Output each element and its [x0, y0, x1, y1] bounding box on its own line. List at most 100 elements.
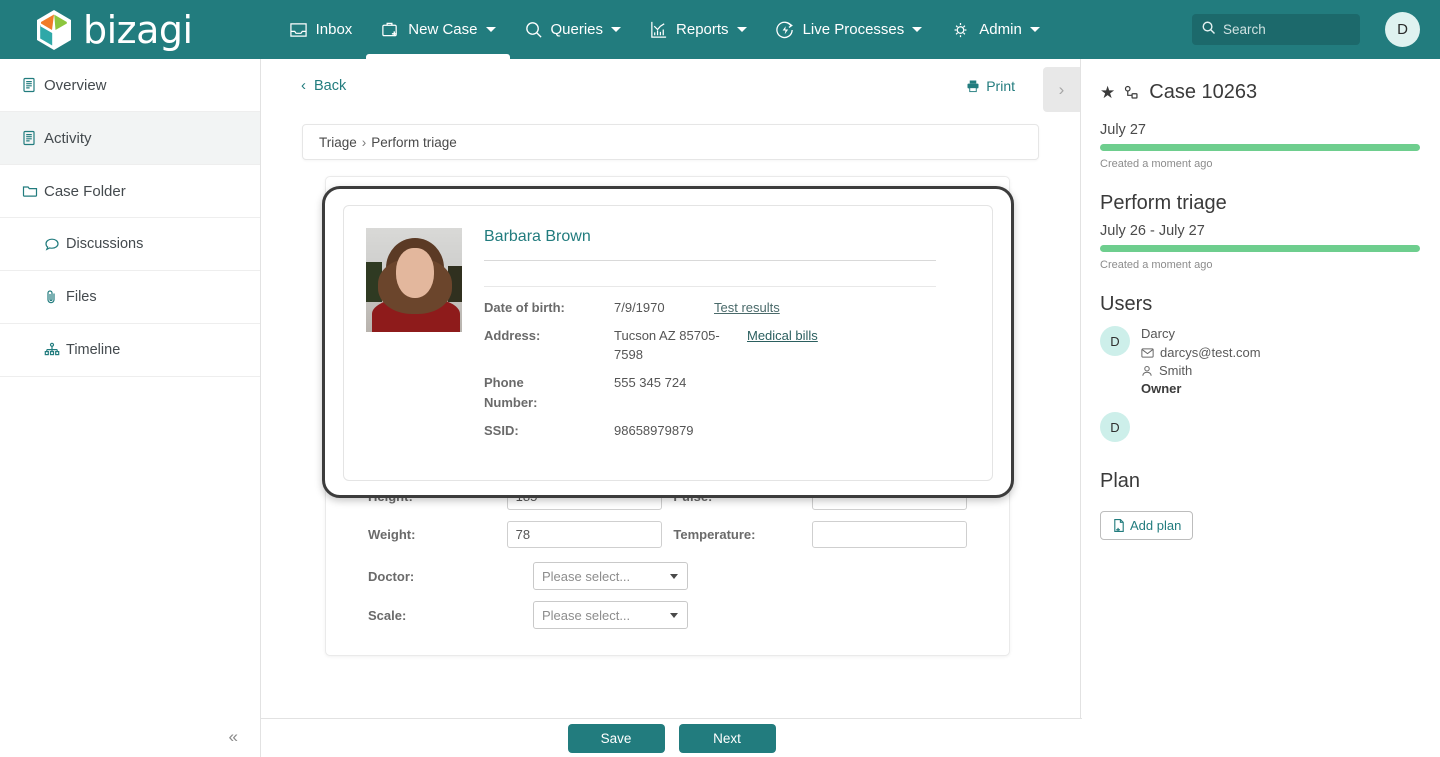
user-email-row: darcys@test.com	[1141, 345, 1261, 360]
chevron-down-icon	[485, 27, 496, 32]
form-row-weight-temperature: Weight: Temperature:	[368, 521, 967, 548]
form-row-height-pulse: Height: Pulse:	[368, 483, 967, 510]
back-button[interactable]: ‹ Back	[301, 77, 346, 94]
stage-created-text: Created a moment ago	[1100, 158, 1213, 170]
nav-label: Reports	[676, 21, 729, 38]
doctor-select[interactable]: Please select...	[533, 562, 688, 590]
double-chevron-left-icon: «	[228, 727, 238, 746]
pulse-label: Pulse:	[673, 489, 713, 504]
add-plan-button[interactable]: Add plan	[1100, 511, 1194, 540]
user-surname: Smith	[1159, 363, 1193, 378]
briefcase-plus-icon	[380, 20, 400, 39]
sidebar-item-files[interactable]: Files	[0, 271, 260, 324]
inbox-icon	[289, 21, 308, 39]
stage-block: July 27 Created a moment ago	[1100, 122, 1420, 170]
stage-created-text: Created a moment ago	[1100, 259, 1213, 271]
sidebar-item-label: Activity	[44, 129, 92, 147]
comment-icon	[44, 237, 66, 252]
sitemap-icon	[44, 342, 66, 358]
print-button[interactable]: Print	[966, 78, 1015, 94]
main-content: ‹ Back Print › Triage › Perform triage H…	[261, 59, 1081, 757]
brand-name: bizagi	[83, 7, 193, 52]
stage-progress-bar	[1100, 144, 1420, 151]
pulse-input[interactable]	[812, 483, 967, 510]
avatar: D	[1100, 412, 1130, 442]
weight-label: Weight:	[368, 527, 416, 542]
bizagi-hexagon-icon	[37, 9, 71, 50]
scale-select[interactable]: Please select...	[533, 601, 688, 629]
sidebar-item-timeline[interactable]: Timeline	[0, 324, 260, 377]
temperature-input[interactable]	[812, 521, 967, 548]
sidebar-item-label: Overview	[44, 76, 107, 94]
user-surname-row: Smith	[1141, 363, 1261, 378]
vitals-form: Height: Pulse: Weight: Temperature: Doct…	[326, 483, 1009, 629]
search-icon	[1201, 20, 1216, 40]
chevron-down-icon	[736, 27, 747, 32]
user-name: Darcy	[1141, 326, 1175, 341]
paperclip-icon	[44, 289, 66, 305]
bizagi-logo[interactable]: bizagi	[35, 9, 193, 51]
nav-item-live-processes[interactable]: Live Processes	[761, 0, 937, 59]
nav-item-queries[interactable]: Queries	[510, 0, 636, 59]
form-action-bar: Save Next	[261, 718, 1082, 757]
printer-icon	[966, 79, 980, 93]
folder-icon	[22, 184, 44, 198]
case-header: ★ Case 10263	[1100, 81, 1418, 104]
next-panel-arrow-button[interactable]: ›	[1043, 67, 1080, 112]
main-toolbar: ‹ Back Print ›	[261, 59, 1080, 112]
nav-label: Admin	[979, 21, 1022, 38]
temperature-label: Temperature:	[673, 527, 756, 542]
stage-title: Perform triage	[1100, 192, 1227, 214]
sidebar-collapse-button[interactable]: «	[0, 717, 260, 757]
chevron-down-icon	[912, 27, 923, 32]
chevron-down-icon	[670, 573, 678, 579]
user-email: darcys@test.com	[1160, 345, 1261, 360]
chevron-down-icon	[611, 27, 622, 32]
breadcrumb-separator: ›	[361, 134, 367, 150]
user-avatar[interactable]: D	[1385, 12, 1420, 47]
person-icon	[1141, 365, 1153, 377]
nav-label: Queries	[550, 21, 604, 38]
print-label: Print	[986, 77, 1015, 94]
sidebar-item-activity[interactable]: Activity	[0, 112, 260, 165]
sidebar-item-overview[interactable]: Overview	[0, 59, 260, 112]
nav-label: Live Processes	[802, 21, 905, 38]
height-input[interactable]	[506, 483, 662, 510]
breadcrumb-current: Perform triage	[371, 134, 457, 150]
star-icon[interactable]: ★	[1100, 83, 1115, 103]
document-plus-icon	[1112, 518, 1126, 533]
top-navigation-bar: bizagi Inbox New Case Queries Reports Li…	[0, 0, 1440, 59]
search-input[interactable]	[1223, 22, 1343, 37]
sidebar-item-discussions[interactable]: Discussions	[0, 218, 260, 271]
nav-item-inbox[interactable]: Inbox	[275, 0, 367, 59]
breadcrumb-parent[interactable]: Triage	[319, 135, 357, 150]
user-role: Owner	[1141, 381, 1182, 396]
save-button[interactable]: Save	[567, 723, 665, 753]
form-row-scale: Scale: Please select...	[368, 601, 967, 629]
sidebar-item-case-folder[interactable]: Case Folder	[0, 165, 260, 218]
doctor-select-value: Please select...	[542, 568, 631, 584]
weight-input[interactable]	[506, 521, 662, 548]
document-icon	[22, 130, 44, 146]
main-menu: Inbox New Case Queries Reports Live Proc…	[275, 0, 1054, 59]
users-section-title: Users	[1100, 293, 1153, 315]
chart-icon	[649, 20, 668, 39]
user-list-item[interactable]: D Darcy darcys@test.com Smith Owner	[1100, 326, 1418, 396]
sidebar-item-label: Case Folder	[44, 182, 126, 200]
avatar: D	[1100, 326, 1130, 356]
nav-item-reports[interactable]: Reports	[635, 0, 761, 59]
stage-date: July 26 - July 27	[1100, 223, 1205, 239]
user-list-item[interactable]: D	[1100, 412, 1418, 442]
chevron-down-icon	[670, 612, 678, 618]
breadcrumb: Triage › Perform triage	[302, 124, 1039, 160]
gear-icon	[950, 20, 971, 40]
chevron-down-icon	[1029, 27, 1040, 32]
global-search[interactable]	[1192, 14, 1360, 45]
scale-label: Scale:	[368, 607, 407, 623]
nav-item-new-case[interactable]: New Case	[366, 0, 510, 59]
plan-section-title: Plan	[1100, 470, 1141, 492]
next-button[interactable]: Next	[678, 723, 776, 753]
nav-item-admin[interactable]: Admin	[936, 0, 1054, 59]
form-row-doctor: Doctor: Please select...	[368, 562, 967, 590]
bolt-circle-icon	[775, 20, 795, 40]
